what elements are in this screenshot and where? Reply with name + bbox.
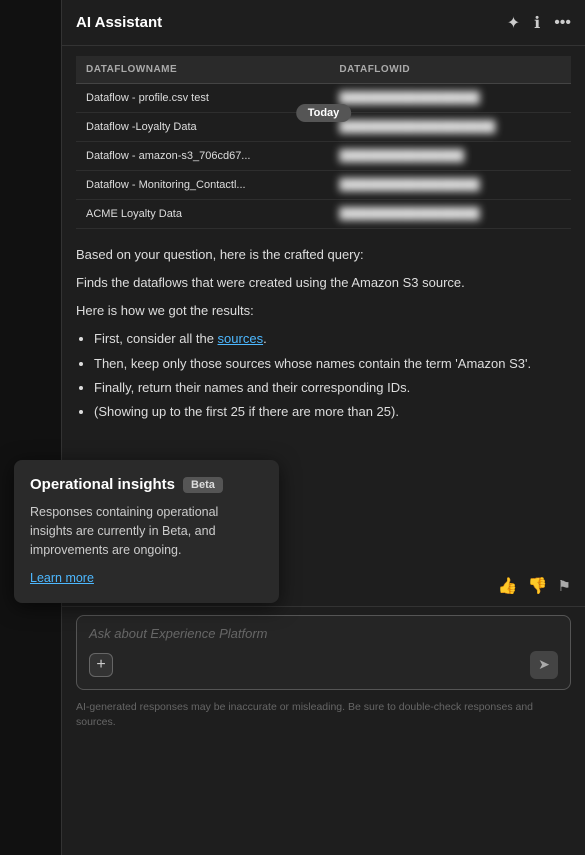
input-box: Ask about Experience Platform + ➤ xyxy=(76,615,571,690)
table-row: Dataflow - Monitoring_Contactl...███████… xyxy=(76,171,571,200)
thumbs-up-icon[interactable]: 👍 xyxy=(498,576,518,596)
main-panel: AI Assistant ✦ ℹ ••• Today DATAFLOWNAME … xyxy=(62,0,585,855)
sources-link[interactable]: sources xyxy=(218,331,264,346)
page-title: AI Assistant xyxy=(76,14,162,31)
bullet-1: First, consider all the sources. xyxy=(94,329,571,349)
beta-badge: Beta xyxy=(183,477,223,493)
table-cell-id: ██████████████████ xyxy=(329,84,571,113)
response-intro: Based on your question, here is the craf… xyxy=(76,245,571,265)
bullet-4: (Showing up to the first 25 if there are… xyxy=(94,402,571,422)
bullet-3: Finally, return their names and their co… xyxy=(94,378,571,398)
bullet-4-text: (Showing up to the first 25 if there are… xyxy=(94,404,399,419)
popover: Operational insights Beta Responses cont… xyxy=(14,460,279,603)
info-icon[interactable]: ℹ xyxy=(534,13,540,33)
table-cell-name: ACME Loyalty Data xyxy=(76,200,329,229)
response-description: Finds the dataflows that were created us… xyxy=(76,273,571,293)
table-cell-id: ████████████████ xyxy=(329,142,571,171)
table-container: Today DATAFLOWNAME DATAFLOWID Dataflow -… xyxy=(62,46,585,235)
popover-body: Responses containing operational insight… xyxy=(30,503,263,559)
response-how-header: Here is how we got the results: xyxy=(76,301,571,321)
table-row: ACME Loyalty Data██████████████████ xyxy=(76,200,571,229)
header: AI Assistant ✦ ℹ ••• xyxy=(62,0,585,46)
table-cell-name: Dataflow -Loyalty Data xyxy=(76,113,329,142)
bullet-1-text: First, consider all the xyxy=(94,331,218,346)
bullet-2: Then, keep only those sources whose name… xyxy=(94,354,571,374)
bullet-2-text: Then, keep only those sources whose name… xyxy=(94,356,531,371)
plus-icon: + xyxy=(96,656,105,674)
send-button[interactable]: ➤ xyxy=(530,651,558,679)
more-icon[interactable]: ••• xyxy=(554,14,571,32)
table-cell-name: Dataflow - Monitoring_Contactl... xyxy=(76,171,329,200)
data-table: DATAFLOWNAME DATAFLOWID Dataflow - profi… xyxy=(76,56,571,229)
lightbulb-icon[interactable]: ✦ xyxy=(507,13,520,33)
response-bullets: First, consider all the sources. Then, k… xyxy=(94,329,571,422)
table-cell-name: Dataflow - profile.csv test xyxy=(76,84,329,113)
bullet-3-text: Finally, return their names and their co… xyxy=(94,380,410,395)
input-placeholder[interactable]: Ask about Experience Platform xyxy=(89,626,558,641)
popover-header: Operational insights Beta xyxy=(30,476,263,493)
header-icons: ✦ ℹ ••• xyxy=(507,13,571,33)
table-cell-id: ██████████████████ xyxy=(329,171,571,200)
table-cell-id: ██████████████████ xyxy=(329,200,571,229)
sidebar xyxy=(0,0,62,855)
input-area: Ask about Experience Platform + ➤ xyxy=(62,606,585,694)
response-text: Based on your question, here is the craf… xyxy=(62,235,585,432)
table-cell-id: ████████████████████ xyxy=(329,113,571,142)
table-row: Dataflow - amazon-s3_706cd67...█████████… xyxy=(76,142,571,171)
today-badge: Today xyxy=(296,104,352,122)
flag-icon[interactable]: ⚑ xyxy=(558,577,571,595)
add-attachment-button[interactable]: + xyxy=(89,653,113,677)
learn-more-link[interactable]: Learn more xyxy=(30,571,94,585)
input-bottom: + ➤ xyxy=(89,651,558,679)
disclaimer: AI-generated responses may be inaccurate… xyxy=(62,694,585,739)
blurred-content xyxy=(62,432,585,440)
col-header-name: DATAFLOWNAME xyxy=(76,56,329,84)
thumbs-down-icon[interactable]: 👎 xyxy=(528,576,548,596)
col-header-id: DATAFLOWID xyxy=(329,56,571,84)
send-icon: ➤ xyxy=(538,656,550,673)
table-cell-name: Dataflow - amazon-s3_706cd67... xyxy=(76,142,329,171)
popover-title: Operational insights xyxy=(30,476,175,493)
content-area: Today DATAFLOWNAME DATAFLOWID Dataflow -… xyxy=(62,46,585,855)
feedback-icons: 👍 👎 ⚑ xyxy=(498,576,571,596)
